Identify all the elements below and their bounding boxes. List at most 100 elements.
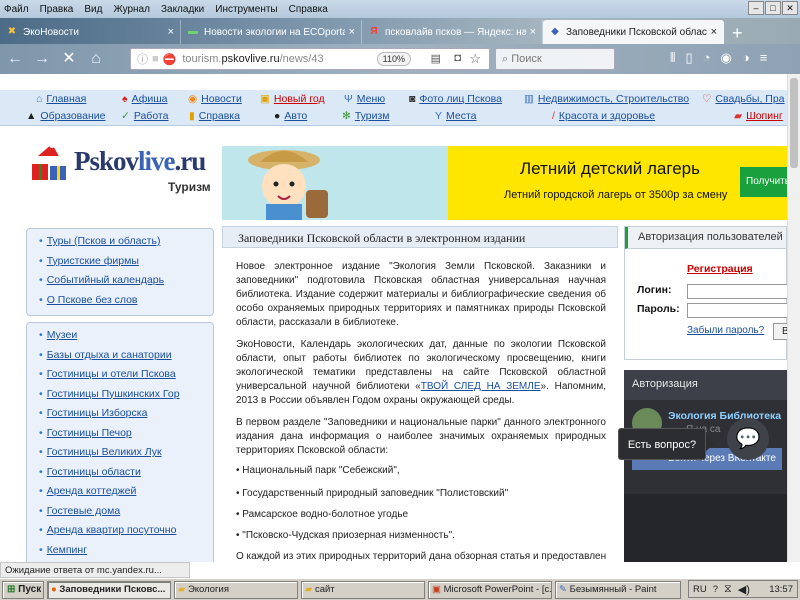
pencil-check-icon: ✓	[121, 110, 130, 122]
sidebar-hotels-box: Музеи Базы отдыха и санатории Гостиницы …	[26, 322, 214, 562]
start-button[interactable]: ⊞ Пуск	[2, 580, 44, 599]
scrollbar-thumb[interactable]	[790, 78, 798, 168]
stop-icon[interactable]: ✕	[57, 47, 81, 71]
account-icon[interactable]: ◉	[720, 50, 731, 66]
search-input[interactable]: ⌕ Поиск	[495, 48, 615, 70]
pocket-icon[interactable]: ◘	[454, 52, 461, 64]
menu-file[interactable]: Файл	[4, 4, 29, 15]
forward-icon[interactable]: →	[30, 47, 54, 71]
nav-realty[interactable]: ▥ Недвижимость, Строительство	[524, 93, 689, 105]
graduation-cap-icon: ▲	[26, 110, 37, 122]
twoy-sled-link[interactable]: ТВОЙ СЛЕД НА ЗЕМЛЕ	[421, 381, 541, 392]
site-logo[interactable]: Pskovlive.ru Туризм	[30, 136, 220, 196]
nav-home[interactable]: ⌂ Главная	[36, 93, 86, 105]
taskbar-label: Microsoft PowerPoint - [с...	[443, 583, 552, 595]
info-icon[interactable]: ⓘ	[137, 51, 148, 67]
nav-news[interactable]: ◉ Новости	[188, 93, 242, 105]
banner-get-button[interactable]: Получить	[740, 167, 787, 197]
sidebar-item[interactable]: Гостевые дома	[39, 505, 213, 525]
menu-history[interactable]: Журнал	[113, 4, 150, 15]
nav-beauty[interactable]: / Красота и здоровье	[552, 110, 655, 122]
sidebar-tours-list: Туры (Псков и область) Туристские фирмы …	[27, 229, 213, 313]
sidebar-item[interactable]: Гостиницы Великих Лук	[39, 446, 213, 466]
nav-label: Места	[446, 110, 477, 122]
sidebar-item[interactable]: Гостиницы Печор	[39, 427, 213, 447]
nav-reference[interactable]: ▮ Справка	[189, 110, 240, 122]
register-link[interactable]: Регистрация	[687, 263, 753, 275]
volume-icon[interactable]: ◀)	[738, 583, 750, 596]
sidebar-item[interactable]: Базы отдыха и санатории	[39, 349, 213, 369]
sidebar-item[interactable]: Аренда коттеджей	[39, 485, 213, 505]
tracking-icon[interactable]: ⛔	[163, 53, 177, 66]
nav-auto[interactable]: ● Авто	[274, 110, 307, 122]
sidebar-item[interactable]: Событийный календарь	[39, 274, 213, 294]
nav-photos[interactable]: ◙ Фото лиц Пскова	[409, 93, 502, 105]
url-bar[interactable]: ⓘ ■ ⛔ tourism. pskovlive.ru/news/43 110% …	[130, 48, 490, 70]
tab-pskovlive[interactable]: ◆ Заповедники Псковской облас ×	[543, 20, 724, 44]
menu-bookmarks[interactable]: Закладки	[161, 4, 204, 15]
menu-help[interactable]: Справка	[289, 4, 328, 15]
sidebar-item[interactable]: Музеи	[39, 329, 213, 349]
nav-label: Новый год	[273, 93, 325, 105]
maximize-button[interactable]: □	[765, 1, 781, 15]
close-tab-icon[interactable]: ×	[168, 26, 174, 38]
close-tab-icon[interactable]: ×	[530, 26, 536, 38]
close-tab-icon[interactable]: ×	[711, 26, 717, 38]
sidebar-item[interactable]: Гостиницы и отели Пскова	[39, 368, 213, 388]
nav-menu[interactable]: Ψ Меню	[344, 93, 385, 105]
login-submit-button[interactable]: В	[773, 323, 787, 340]
bookmark-star-icon[interactable]: ☆	[469, 51, 481, 67]
help-icon[interactable]: ?	[713, 584, 718, 595]
sidebar-icon[interactable]: ▯	[685, 50, 692, 66]
hamburger-menu-icon[interactable]: ≡	[760, 50, 768, 66]
tab-ecoportal[interactable]: ▬ Новости экологии на ECOportal ×	[181, 20, 362, 44]
page-scrollbar[interactable]	[787, 74, 800, 562]
extensions-icon[interactable]: ◑	[742, 50, 750, 66]
tab-yandex[interactable]: Я псковлайв псков — Яндекс: на ×	[362, 20, 543, 44]
sidebar-item[interactable]: Гостиницы Пушкинских Гор	[39, 388, 213, 408]
ask-question-tooltip[interactable]: Есть вопрос?	[618, 428, 706, 460]
nav-tourism[interactable]: ✻ Туризм	[342, 110, 390, 122]
taskbar-item-firefox[interactable]: ● Заповедники Псковс...	[47, 580, 171, 599]
nav-shopping[interactable]: ▰ Шопинг	[734, 110, 783, 122]
close-window-button[interactable]: ✕	[782, 1, 798, 15]
back-icon[interactable]: ←	[3, 47, 27, 71]
home-icon[interactable]: ⌂	[84, 47, 108, 71]
nav-afisha[interactable]: ♠ Афиша	[122, 93, 167, 105]
sync-icon[interactable]: ◔	[703, 50, 711, 66]
menu-view[interactable]: Вид	[84, 4, 102, 15]
ad-banner[interactable]: Летний детский лагерь Летний городской л…	[222, 146, 787, 220]
tab-econews[interactable]: ✖ ЭкоНовости ×	[0, 20, 181, 44]
sidebar-item[interactable]: О Пскове без слов	[39, 294, 213, 314]
widget-user-name[interactable]: Экология Библиотека	[668, 410, 781, 422]
forgot-password-link[interactable]: Забыли пароль?	[687, 325, 764, 336]
minimize-button[interactable]: –	[748, 1, 764, 15]
new-tab-button[interactable]: +	[724, 22, 751, 44]
nav-education[interactable]: ▲ Образование	[26, 110, 106, 122]
close-tab-icon[interactable]: ×	[349, 26, 355, 38]
password-input[interactable]	[687, 303, 787, 318]
sidebar-item[interactable]: Туры (Псков и область)	[39, 235, 213, 255]
menu-edit[interactable]: Правка	[40, 4, 74, 15]
taskbar-item-ecology[interactable]: ▰ Экология	[174, 580, 298, 599]
chat-bubble-icon[interactable]: 💬	[727, 418, 769, 460]
sidebar-item[interactable]: Туристские фирмы	[39, 255, 213, 275]
zoom-level[interactable]: 110%	[376, 52, 411, 66]
language-indicator[interactable]: RU	[693, 584, 707, 595]
sidebar-item[interactable]: Кемпинг	[39, 544, 213, 563]
sidebar-item[interactable]: Гостиницы области	[39, 466, 213, 486]
login-input[interactable]	[687, 284, 787, 299]
nav-new-year[interactable]: ▣ Новый год	[260, 93, 325, 105]
taskbar-item-site[interactable]: ▰ сайт	[301, 580, 425, 599]
library-icon[interactable]: ⫴	[670, 50, 675, 66]
taskbar-item-paint[interactable]: ✎ Безымянный - Paint	[555, 580, 681, 599]
nav-jobs[interactable]: ✓ Работа	[121, 110, 168, 122]
sidebar-item[interactable]: Аренда квартир посуточно	[39, 524, 213, 544]
sidebar-item[interactable]: Гостиницы Изборска	[39, 407, 213, 427]
network-icon[interactable]: ⧖	[724, 583, 732, 596]
reader-icon[interactable]: ▤	[431, 52, 441, 65]
taskbar-item-powerpoint[interactable]: ▣ Microsoft PowerPoint - [с...	[428, 580, 552, 599]
nav-places[interactable]: Y Места	[435, 110, 477, 122]
nav-weddings[interactable]: ♡ Свадьбы, Пра	[702, 93, 785, 105]
menu-tools[interactable]: Инструменты	[215, 4, 277, 15]
